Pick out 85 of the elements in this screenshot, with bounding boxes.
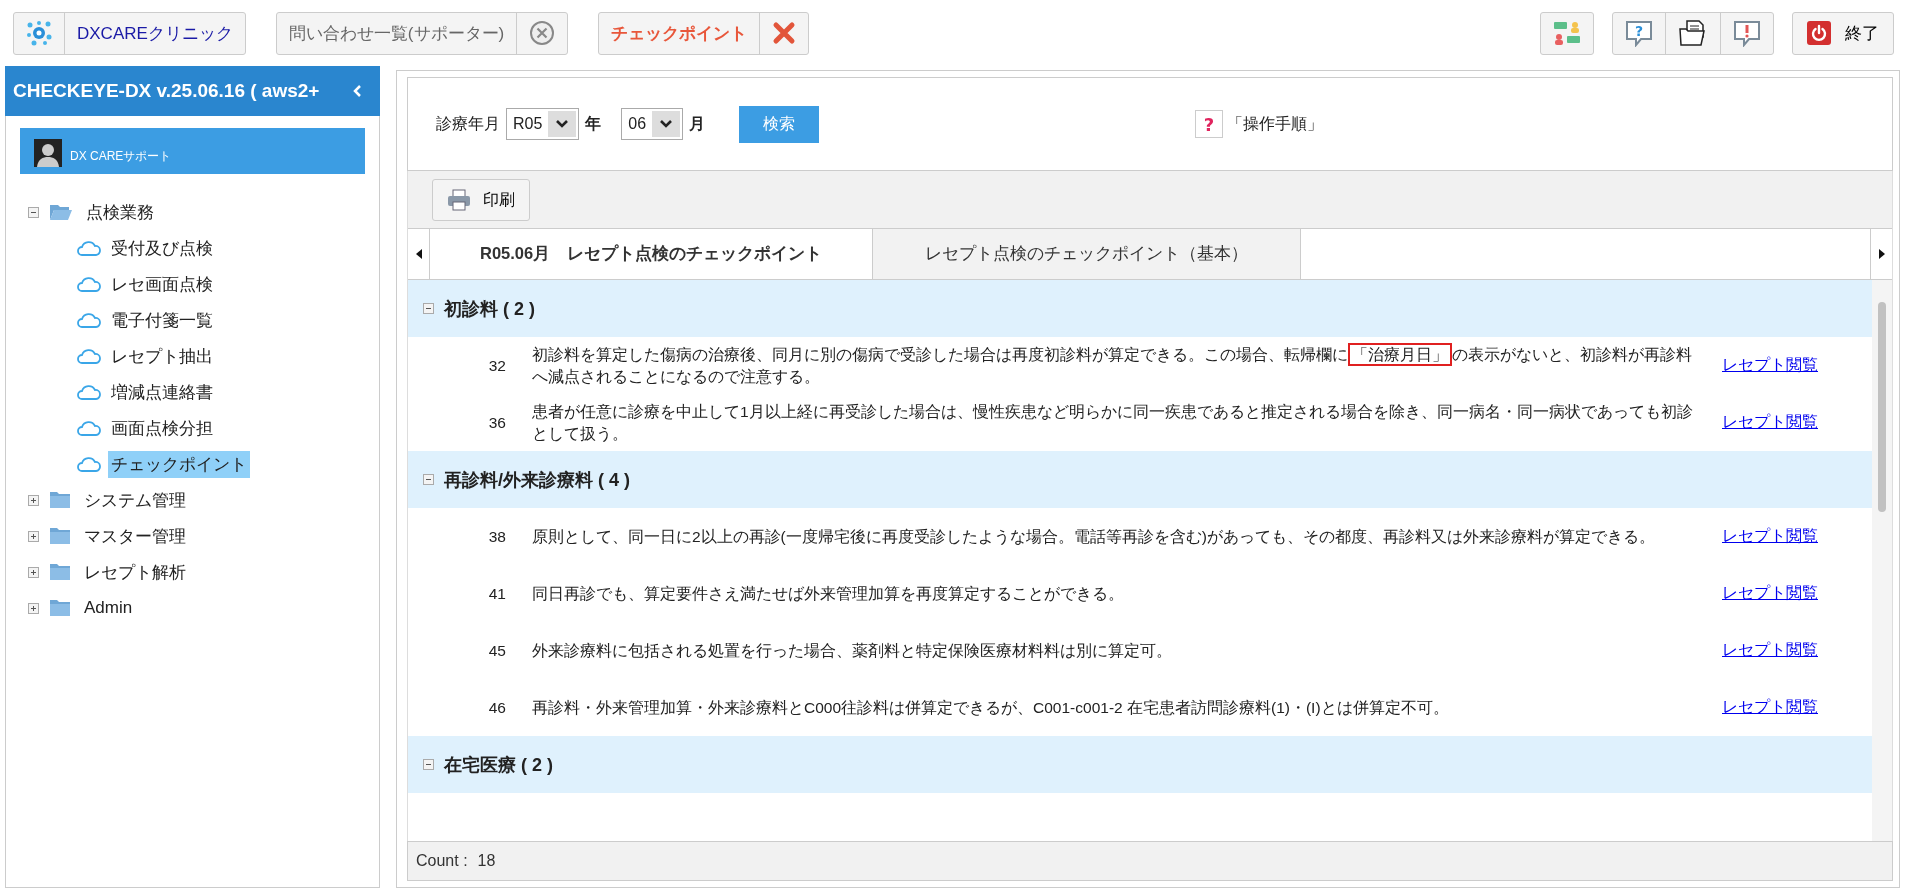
tree-item[interactable]: 受付及び点検 <box>108 234 216 262</box>
year-select[interactable]: R05 <box>506 108 580 140</box>
collapse-toggle[interactable] <box>423 303 434 314</box>
cloud-icon <box>76 275 102 293</box>
checkpoint-text: 再診料・外来管理加算・外来診療料とC000往診料は併算定できるが、C001-c001-2 在宅患者訪問診療料(1)・(I)とは併算定不可。 <box>532 697 1450 718</box>
people-chat-icon <box>1553 19 1581 47</box>
group-title: 再診料/外来診療料 ( 4 ) <box>444 468 630 492</box>
logo-icon <box>26 20 52 46</box>
item-number: 36 <box>487 413 507 432</box>
close-icon <box>529 20 556 46</box>
tree-item[interactable]: チェックポイント <box>108 450 250 478</box>
dropdown-caret-icon <box>555 119 570 129</box>
expand-toggle[interactable] <box>28 206 39 218</box>
checkpoint-text: 原則として、同一日に2以上の再診(一度帰宅後に再度受診したような場合。電話等再診を含む)があっても、その都度、再診料又は外来診療料が算定できる。 <box>532 526 1656 547</box>
cloud-icon <box>76 347 102 365</box>
folder-icon <box>49 599 71 617</box>
cloud-icon <box>76 419 102 437</box>
checkpoint-text: 患者が任意に診療を中止して1月以上経に再受診した場合は、慢性疾患など明らかに同一疾患であると推定される場合を除き、同一病名・同一病状であっても初診として扱う。 <box>532 401 1694 444</box>
tree-item[interactable]: 電子付箋一覧 <box>108 306 216 334</box>
plus-icon <box>28 566 39 578</box>
month-select[interactable]: 06 <box>621 108 684 140</box>
dropdown-caret-icon <box>659 119 674 129</box>
folder-icon <box>49 491 71 509</box>
tree-item[interactable]: 点検業務 <box>83 198 157 226</box>
tree-item[interactable]: 画面点検分担 <box>108 414 216 442</box>
alert-bubble-icon <box>1733 19 1761 47</box>
minus-icon <box>423 303 434 314</box>
cloud-icon <box>76 455 102 473</box>
app-title: CHECKEYE-DX v.25.06.16 ( aws2+ <box>13 80 320 102</box>
collapse-toggle[interactable] <box>423 759 434 770</box>
folder-icon <box>49 563 71 581</box>
avatar-icon <box>34 139 62 167</box>
scrollbar[interactable] <box>1872 280 1892 841</box>
close-icon <box>772 21 797 45</box>
plus-icon <box>28 530 39 542</box>
plus-icon <box>28 494 39 506</box>
tree-item[interactable]: 増減点連絡書 <box>108 378 216 406</box>
item-number: 32 <box>487 356 507 375</box>
triangle-left-icon <box>415 249 422 259</box>
item-number: 38 <box>487 527 507 546</box>
checkpoint-text: 同日再診でも、算定要件さえ満たせば外来管理加算を再度算定することができる。 <box>532 583 1125 604</box>
minus-icon <box>423 759 434 770</box>
minus-icon <box>423 474 434 485</box>
help-icon: ? <box>1625 19 1653 47</box>
tab[interactable]: レセプト点検のチェックポイント（基本） <box>873 229 1302 279</box>
filter-label: 診療年月 <box>436 113 500 134</box>
tree-item[interactable]: レセプト抽出 <box>108 342 216 370</box>
item-number: 41 <box>487 584 507 603</box>
help-link[interactable]: 「操作手順」 <box>1227 113 1324 135</box>
tree-item[interactable]: システム管理 <box>81 486 189 514</box>
checkpoint-text: 初診料を算定した傷病の治療後、同月に別の傷病で受診した場合は再度初診料が算定できる。この場合、転帰欄に 「治療月日」 の表示がないと、初診料が再診料へ減点されることになるので注意する。 <box>532 343 1706 388</box>
tree-item[interactable]: Admin <box>81 596 136 620</box>
checkpoint-text: 外来診療料に包括される処置を行った場合、薬剤料と特定保険医療材料料は別に算定可。 <box>532 640 1173 661</box>
user-name: DX CAREサポート <box>70 148 172 165</box>
collapse-toggle[interactable] <box>423 474 434 485</box>
question-icon[interactable]: ? <box>1195 110 1224 138</box>
power-icon <box>1807 21 1831 45</box>
folder-document-icon <box>1678 19 1708 47</box>
cloud-icon <box>76 239 102 257</box>
cloud-icon <box>76 311 102 329</box>
count-label: Count : <box>416 852 468 870</box>
exit-button[interactable]: 終了 <box>1793 12 1893 54</box>
triangle-right-icon <box>1878 249 1885 259</box>
unit-label: 年 <box>585 113 602 134</box>
printer-icon <box>447 189 471 211</box>
plus-icon <box>28 602 39 614</box>
expand-toggle[interactable] <box>28 494 39 506</box>
minus-icon <box>28 206 39 218</box>
item-number: 45 <box>487 641 507 660</box>
tree-item[interactable]: レセプト解析 <box>81 558 189 586</box>
unit-label: 月 <box>689 113 706 134</box>
cloud-icon <box>76 383 102 401</box>
tree-item[interactable]: マスター管理 <box>81 522 189 550</box>
group-title: 初診料 ( 2 ) <box>444 297 535 321</box>
folder-icon <box>49 527 71 545</box>
group-title: 在宅医療 ( 2 ) <box>444 753 553 777</box>
folder-icon <box>49 203 73 221</box>
expand-toggle[interactable] <box>28 566 39 578</box>
expand-toggle[interactable] <box>28 602 39 614</box>
tree-item[interactable]: レセ画面点検 <box>108 270 216 298</box>
count-value: 18 <box>477 852 496 870</box>
item-number: 46 <box>487 698 507 717</box>
expand-toggle[interactable] <box>28 530 39 542</box>
chevron-left-icon <box>352 84 362 98</box>
print-button[interactable]: 印刷 <box>432 179 530 221</box>
